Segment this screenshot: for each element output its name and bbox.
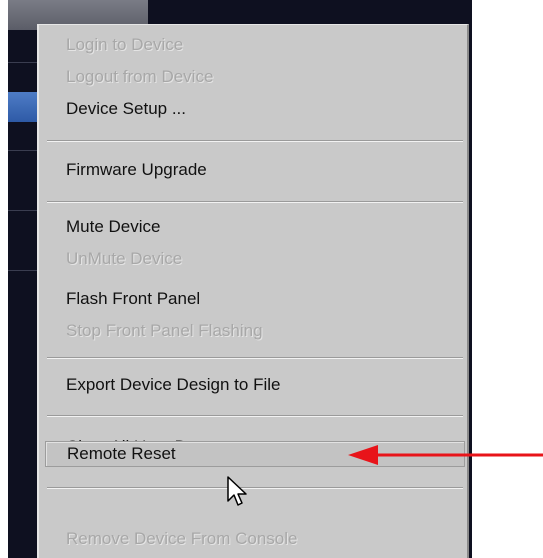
menu-item-login-to-device[interactable]: Login to Device (39, 29, 467, 61)
menu-item-unmute-device[interactable]: UnMute Device (39, 243, 467, 275)
red-arrow-icon (348, 445, 543, 465)
menu-item-device-setup[interactable]: Device Setup ... (39, 93, 467, 125)
menu-item-flash-front-panel[interactable]: Flash Front Panel (39, 283, 467, 315)
menu-separator (47, 487, 463, 489)
menu-item-logout-from-device[interactable]: Logout from Device (39, 61, 467, 93)
menu-item-stop-front-panel-flashing[interactable]: Stop Front Panel Flashing (39, 315, 467, 347)
arrow-pointer-icon (227, 476, 247, 506)
menu-item-mute-device[interactable]: Mute Device (39, 211, 467, 243)
menu-item-firmware-upgrade[interactable]: Firmware Upgrade (39, 154, 467, 186)
device-context-menu: Login to Device Logout from Device Devic… (37, 24, 469, 558)
menu-item-export-device-design[interactable]: Export Device Design to File (39, 369, 467, 401)
menu-separator (47, 415, 463, 417)
menu-item-remove-device-from-console[interactable]: Remove Device From Console (39, 523, 467, 555)
menu-separator (47, 140, 463, 142)
menu-separator (47, 357, 463, 359)
menu-separator (47, 201, 463, 203)
